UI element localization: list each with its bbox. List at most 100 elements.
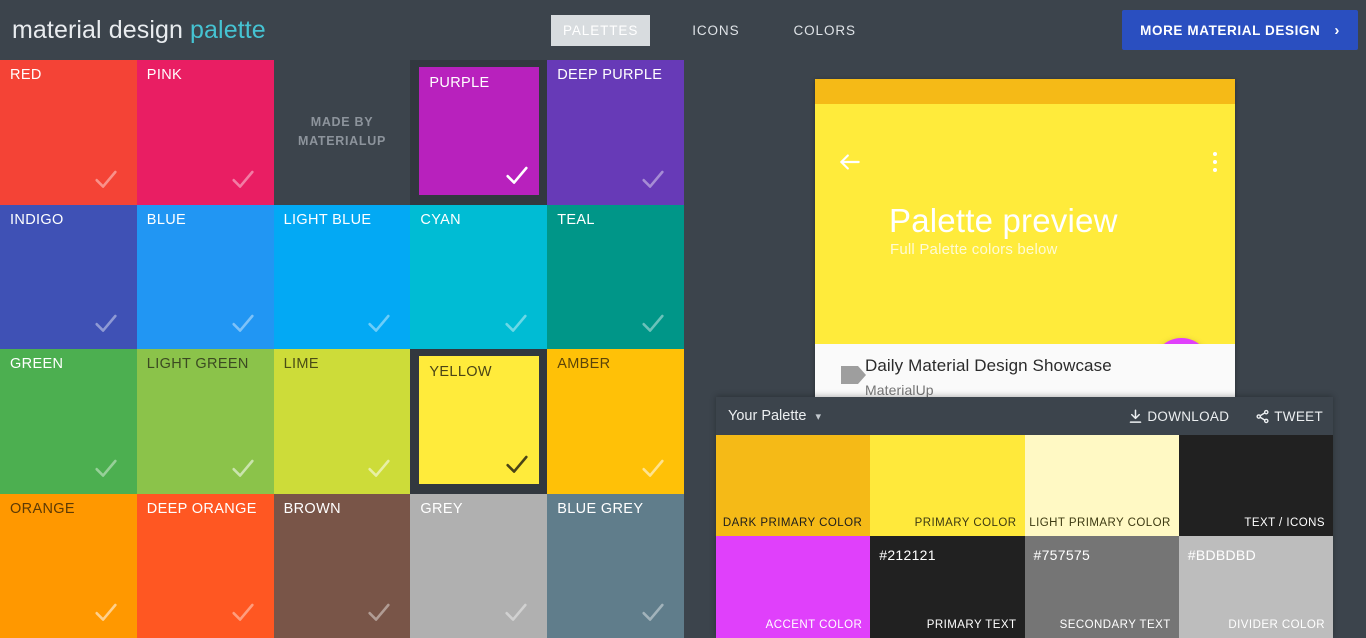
palette-cell-label: DIVIDER COLOR — [1228, 619, 1325, 631]
top-navigation-bar: material design palette PALETTES ICONS COL… — [0, 0, 1366, 60]
check-icon — [639, 309, 667, 337]
swatch-cyan[interactable]: CYAN — [410, 205, 547, 350]
swatch-label: LIME — [284, 356, 319, 372]
dot — [1213, 160, 1217, 164]
swatch-label: BROWN — [284, 501, 341, 517]
made-by-text: MADE BY MATERIALUP — [298, 113, 386, 151]
made-by-line1: MADE BY — [311, 115, 374, 129]
swatch-pink[interactable]: PINK — [137, 60, 274, 205]
swatch-light-blue[interactable]: LIGHT BLUE — [274, 205, 411, 350]
check-icon — [502, 309, 530, 337]
palette-cell-hex: #212121 — [879, 547, 936, 563]
tab-icons[interactable]: ICONS — [680, 15, 751, 46]
your-palette-actions: DOWNLOAD TWEET — [1128, 409, 1323, 424]
preview-subtitle: Full Palette colors below — [890, 241, 1058, 258]
preview-app-bar: Palette preview Full Palette colors belo… — [815, 104, 1235, 344]
swatch-label: GREY — [420, 501, 463, 517]
check-icon — [229, 454, 257, 482]
check-icon — [639, 165, 667, 193]
download-icon — [1128, 409, 1143, 424]
check-icon — [229, 598, 257, 626]
swatch-brown[interactable]: BROWN — [274, 494, 411, 638]
palette-cell-primary-text[interactable]: #212121PRIMARY TEXT — [870, 536, 1024, 638]
swatch-label: RED — [10, 67, 42, 83]
made-by-line2: MATERIALUP — [298, 134, 386, 148]
your-palette-selector[interactable]: Your Palette ▾ — [728, 408, 821, 424]
swatch-label: ORANGE — [10, 501, 75, 517]
swatch-label: DEEP PURPLE — [557, 67, 662, 83]
palette-cell-label: SECONDARY TEXT — [1060, 619, 1171, 631]
your-palette-label: Your Palette — [728, 408, 806, 424]
palette-cell-text-icons[interactable]: TEXT / ICONS — [1179, 435, 1333, 536]
check-icon — [503, 161, 531, 189]
swatch-light-green[interactable]: LIGHT GREEN — [137, 349, 274, 494]
swatch-blue-grey[interactable]: BLUE GREY — [547, 494, 684, 638]
download-button[interactable]: DOWNLOAD — [1128, 409, 1229, 424]
palette-cell-accent-color[interactable]: ACCENT COLOR — [716, 536, 870, 638]
swatch-label: LIGHT GREEN — [147, 356, 249, 372]
palette-cell-label: ACCENT COLOR — [766, 619, 863, 631]
swatch-fill: PURPLE — [419, 67, 539, 195]
swatch-label: INDIGO — [10, 212, 64, 228]
swatch-label: DEEP ORANGE — [147, 501, 257, 517]
swatch-indigo[interactable]: INDIGO — [0, 205, 137, 350]
swatch-deep-orange[interactable]: DEEP ORANGE — [137, 494, 274, 638]
swatch-label: YELLOW — [429, 364, 492, 380]
swatch-grey[interactable]: GREY — [410, 494, 547, 638]
swatch-label: GREEN — [10, 356, 63, 372]
swatch-label: PINK — [147, 67, 182, 83]
check-icon — [502, 598, 530, 626]
tab-colors[interactable]: COLORS — [782, 15, 868, 46]
preview-card-title: Daily Material Design Showcase — [865, 356, 1112, 376]
swatch-teal[interactable]: TEAL — [547, 205, 684, 350]
check-icon — [639, 454, 667, 482]
swatch-red[interactable]: RED — [0, 60, 137, 205]
check-icon — [229, 309, 257, 337]
tab-label: ICONS — [692, 23, 739, 38]
dot — [1213, 152, 1217, 156]
preview-card-body: Daily Material Design Showcase MaterialU… — [815, 344, 1235, 397]
palette-cell-dark-primary-color[interactable]: DARK PRIMARY COLOR — [716, 435, 870, 536]
more-material-design-button[interactable]: MORE MATERIAL DESIGN › — [1122, 10, 1358, 50]
palette-cell-primary-color[interactable]: PRIMARY COLOR — [870, 435, 1024, 536]
tweet-button[interactable]: TWEET — [1255, 409, 1323, 424]
check-icon — [229, 165, 257, 193]
swatch-lime[interactable]: LIME — [274, 349, 411, 494]
check-icon — [92, 309, 120, 337]
palette-preview-card: Palette preview Full Palette colors belo… — [815, 79, 1235, 397]
tweet-label: TWEET — [1274, 409, 1323, 424]
check-icon — [639, 598, 667, 626]
more-vert-icon[interactable] — [1212, 149, 1218, 175]
swatch-deep-purple[interactable]: DEEP PURPLE — [547, 60, 684, 205]
swatch-amber[interactable]: AMBER — [547, 349, 684, 494]
arrow-left-icon[interactable] — [837, 149, 863, 175]
swatch-label: TEAL — [557, 212, 595, 228]
brand-logo[interactable]: material design palette — [12, 0, 266, 60]
swatch-orange[interactable]: ORANGE — [0, 494, 137, 638]
swatch-yellow-selected[interactable]: YELLOW — [410, 349, 547, 494]
tab-palettes[interactable]: PALETTES — [551, 15, 650, 46]
nav-tabs: PALETTES ICONS COLORS — [551, 0, 868, 60]
your-palette-color-grid: DARK PRIMARY COLORPRIMARY COLOR LIGHT PRI… — [716, 435, 1333, 638]
swatch-label: BLUE GREY — [557, 501, 643, 517]
palette-cell-divider-color[interactable]: #BDBDBD DIVIDER COLOR — [1179, 536, 1333, 638]
swatch-fill: YELLOW — [419, 356, 539, 484]
download-label: DOWNLOAD — [1147, 409, 1229, 424]
more-material-design-label: MORE MATERIAL DESIGN — [1140, 23, 1320, 38]
brand-name-main: material design — [12, 16, 183, 45]
check-icon — [365, 454, 393, 482]
check-icon — [92, 598, 120, 626]
palette-cell-hex: #BDBDBD — [1188, 547, 1256, 563]
tab-label: COLORS — [794, 23, 856, 38]
chevron-down-icon: ▾ — [815, 410, 821, 423]
tab-label: PALETTES — [563, 23, 638, 38]
swatch-label: LIGHT BLUE — [284, 212, 372, 228]
your-palette-toolbar: Your Palette ▾ DOWNLOAD TWEET — [716, 397, 1333, 435]
palette-cell-light-primary-color[interactable]: LIGHT PRIMARY COLOR — [1025, 435, 1179, 536]
palette-cell-label: LIGHT PRIMARY COLOR — [1029, 517, 1170, 529]
swatch-purple-selected[interactable]: PURPLE — [410, 60, 547, 205]
swatch-blue[interactable]: BLUE — [137, 205, 274, 350]
palette-cell-secondary-text[interactable]: #757575SECONDARY TEXT — [1025, 536, 1179, 638]
preview-card-subtitle: MaterialUp — [865, 382, 934, 397]
swatch-green[interactable]: GREEN — [0, 349, 137, 494]
